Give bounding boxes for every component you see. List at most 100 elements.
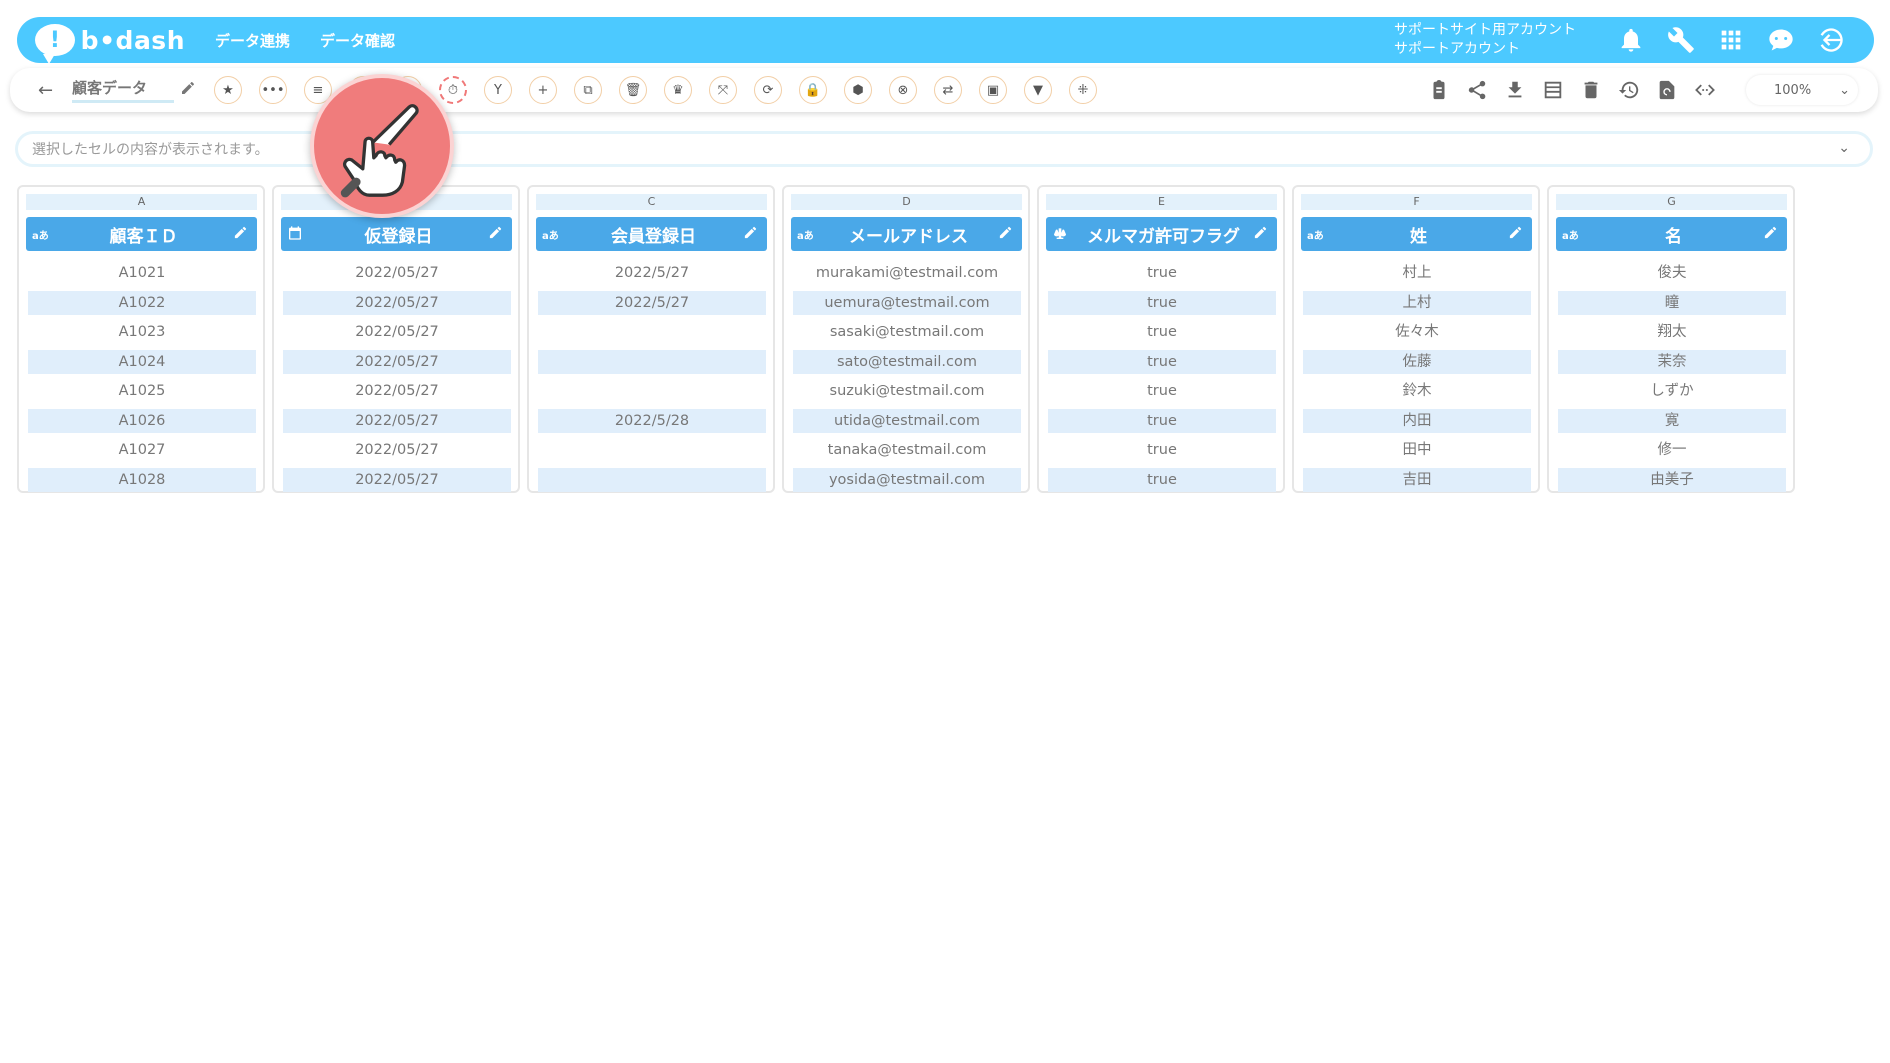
table-cell[interactable]: 翔太 bbox=[1558, 320, 1786, 344]
table-list-icon[interactable] bbox=[1540, 77, 1566, 103]
table-cell[interactable] bbox=[538, 379, 766, 403]
column-letter[interactable]: E bbox=[1046, 194, 1277, 210]
grid-cells-icon[interactable]: ⁜ bbox=[1069, 76, 1097, 104]
nav-link-data-view[interactable]: データ確認 bbox=[320, 30, 395, 51]
more-dots-icon[interactable]: ••• bbox=[259, 76, 287, 104]
table-cell[interactable]: suzuki@testmail.com bbox=[793, 379, 1021, 403]
table-cell[interactable]: 鈴木 bbox=[1303, 379, 1531, 403]
column-header[interactable]: 仮登録日 bbox=[281, 217, 512, 251]
edit-column-pencil-icon[interactable] bbox=[743, 225, 767, 244]
merge-icon[interactable]: Y bbox=[484, 76, 512, 104]
table-cell[interactable]: 2022/05/27 bbox=[283, 467, 511, 492]
table-cell[interactable]: murakami@testmail.com bbox=[793, 261, 1021, 285]
table-cell[interactable]: A1026 bbox=[28, 408, 256, 433]
table-cell[interactable]: 瞳 bbox=[1558, 290, 1786, 315]
table-cell[interactable]: true bbox=[1048, 320, 1276, 344]
edit-column-pencil-icon[interactable] bbox=[998, 225, 1022, 244]
table-cell[interactable]: 内田 bbox=[1303, 408, 1531, 433]
wrench-icon[interactable] bbox=[1662, 21, 1700, 59]
table-cell[interactable]: true bbox=[1048, 261, 1276, 285]
plus-icon[interactable]: + bbox=[529, 76, 557, 104]
table-cell[interactable]: 2022/05/27 bbox=[283, 438, 511, 462]
table-cell[interactable]: true bbox=[1048, 290, 1276, 315]
repeat-icon[interactable]: ⟳ bbox=[754, 76, 782, 104]
table-cell[interactable]: 俊夫 bbox=[1558, 261, 1786, 285]
table-cell[interactable]: 2022/5/27 bbox=[538, 261, 766, 285]
table-cell[interactable]: 佐々木 bbox=[1303, 320, 1531, 344]
support-chat-icon[interactable] bbox=[1762, 21, 1800, 59]
download-icon[interactable] bbox=[1502, 77, 1528, 103]
share-icon[interactable] bbox=[1464, 77, 1490, 103]
table-cell[interactable]: tanaka@testmail.com bbox=[793, 438, 1021, 462]
table-cell[interactable] bbox=[538, 349, 766, 374]
edit-column-pencil-icon[interactable] bbox=[233, 225, 257, 244]
column-header[interactable]: aあ 会員登録日 bbox=[536, 217, 767, 251]
table-name[interactable]: 顧客データ bbox=[72, 77, 174, 103]
star-icon[interactable]: ★ bbox=[214, 76, 242, 104]
expand-chevron-icon[interactable]: ⌄ bbox=[1838, 140, 1850, 156]
clipboard-icon[interactable] bbox=[1426, 77, 1452, 103]
column-header[interactable]: メルマガ許可フラグ bbox=[1046, 217, 1277, 251]
edit-column-pencil-icon[interactable] bbox=[1763, 225, 1787, 244]
refresh-file-icon[interactable] bbox=[1654, 77, 1680, 103]
history-icon[interactable] bbox=[1616, 77, 1642, 103]
table-cell[interactable]: 佐藤 bbox=[1303, 349, 1531, 374]
table-cell[interactable]: 吉田 bbox=[1303, 467, 1531, 492]
table-cell[interactable]: A1027 bbox=[28, 438, 256, 462]
table-cell[interactable]: 2022/05/27 bbox=[283, 349, 511, 374]
table-cell[interactable]: 2022/5/28 bbox=[538, 408, 766, 433]
copy-icon[interactable]: ⧉ bbox=[574, 76, 602, 104]
table-cell[interactable]: 2022/05/27 bbox=[283, 290, 511, 315]
column-letter[interactable]: F bbox=[1301, 194, 1532, 210]
crown-icon[interactable]: ♛ bbox=[664, 76, 692, 104]
table-cell[interactable]: 修一 bbox=[1558, 438, 1786, 462]
stopwatch-icon[interactable]: ⏱ bbox=[439, 76, 467, 104]
bell-icon[interactable] bbox=[1612, 21, 1650, 59]
table-cell[interactable]: true bbox=[1048, 379, 1276, 403]
table-cell[interactable] bbox=[538, 438, 766, 462]
nav-link-data-integration[interactable]: データ連携 bbox=[215, 30, 290, 51]
column-header[interactable]: aあ メールアドレス bbox=[791, 217, 1022, 251]
table-cell[interactable]: A1025 bbox=[28, 379, 256, 403]
account-info[interactable]: サポートサイト用アカウント サポートアカウント bbox=[1394, 21, 1576, 59]
table-cell[interactable]: 2022/05/27 bbox=[283, 408, 511, 433]
box-icon[interactable]: ⬢ bbox=[844, 76, 872, 104]
replace-icon[interactable]: ⇄ bbox=[934, 76, 962, 104]
column-letter[interactable]: A bbox=[26, 194, 257, 210]
table-cell[interactable]: yosida@testmail.com bbox=[793, 467, 1021, 492]
table-cell[interactable]: utida@testmail.com bbox=[793, 408, 1021, 433]
column-letter[interactable]: D bbox=[791, 194, 1022, 210]
back-arrow-icon[interactable]: ← bbox=[38, 80, 60, 101]
column-letter[interactable]: G bbox=[1556, 194, 1787, 210]
table-cell[interactable]: true bbox=[1048, 467, 1276, 492]
code-icon[interactable] bbox=[1692, 77, 1718, 103]
table-cell[interactable]: A1023 bbox=[28, 320, 256, 344]
edit-column-pencil-icon[interactable] bbox=[488, 225, 512, 244]
cancel-circle-icon[interactable]: ⊗ bbox=[889, 76, 917, 104]
table-cell[interactable]: sasaki@testmail.com bbox=[793, 320, 1021, 344]
compress-icon[interactable]: ⤧ bbox=[709, 76, 737, 104]
pencil-icon[interactable] bbox=[180, 80, 200, 100]
edit-column-pencil-icon[interactable] bbox=[1508, 225, 1532, 244]
cell-content-bar[interactable]: 選択したセルの内容が表示されます。 ⌄ bbox=[15, 131, 1873, 167]
trash-icon[interactable]: 🗑 bbox=[619, 76, 647, 104]
table-cell[interactable]: uemura@testmail.com bbox=[793, 290, 1021, 315]
table-cell[interactable]: 2022/5/27 bbox=[538, 290, 766, 315]
table-cell[interactable]: 上村 bbox=[1303, 290, 1531, 315]
table-cell[interactable]: A1028 bbox=[28, 467, 256, 492]
table-cell[interactable]: true bbox=[1048, 349, 1276, 374]
table-cell[interactable]: A1021 bbox=[28, 261, 256, 285]
table-cell[interactable]: 村上 bbox=[1303, 261, 1531, 285]
table-cell[interactable]: true bbox=[1048, 408, 1276, 433]
table-cell[interactable]: 2022/05/27 bbox=[283, 379, 511, 403]
column-header[interactable]: aあ 顧客ＩＤ bbox=[26, 217, 257, 251]
table-cell[interactable]: 茉奈 bbox=[1558, 349, 1786, 374]
table-cell[interactable] bbox=[538, 320, 766, 344]
table-cell[interactable]: sato@testmail.com bbox=[793, 349, 1021, 374]
table-cell[interactable]: 寛 bbox=[1558, 408, 1786, 433]
table-cell[interactable]: 2022/05/27 bbox=[283, 320, 511, 344]
edit-column-pencil-icon[interactable] bbox=[1253, 225, 1277, 244]
table-cell[interactable]: A1022 bbox=[28, 290, 256, 315]
filter-icon[interactable]: ▼ bbox=[1024, 76, 1052, 104]
delete-icon[interactable] bbox=[1578, 77, 1604, 103]
